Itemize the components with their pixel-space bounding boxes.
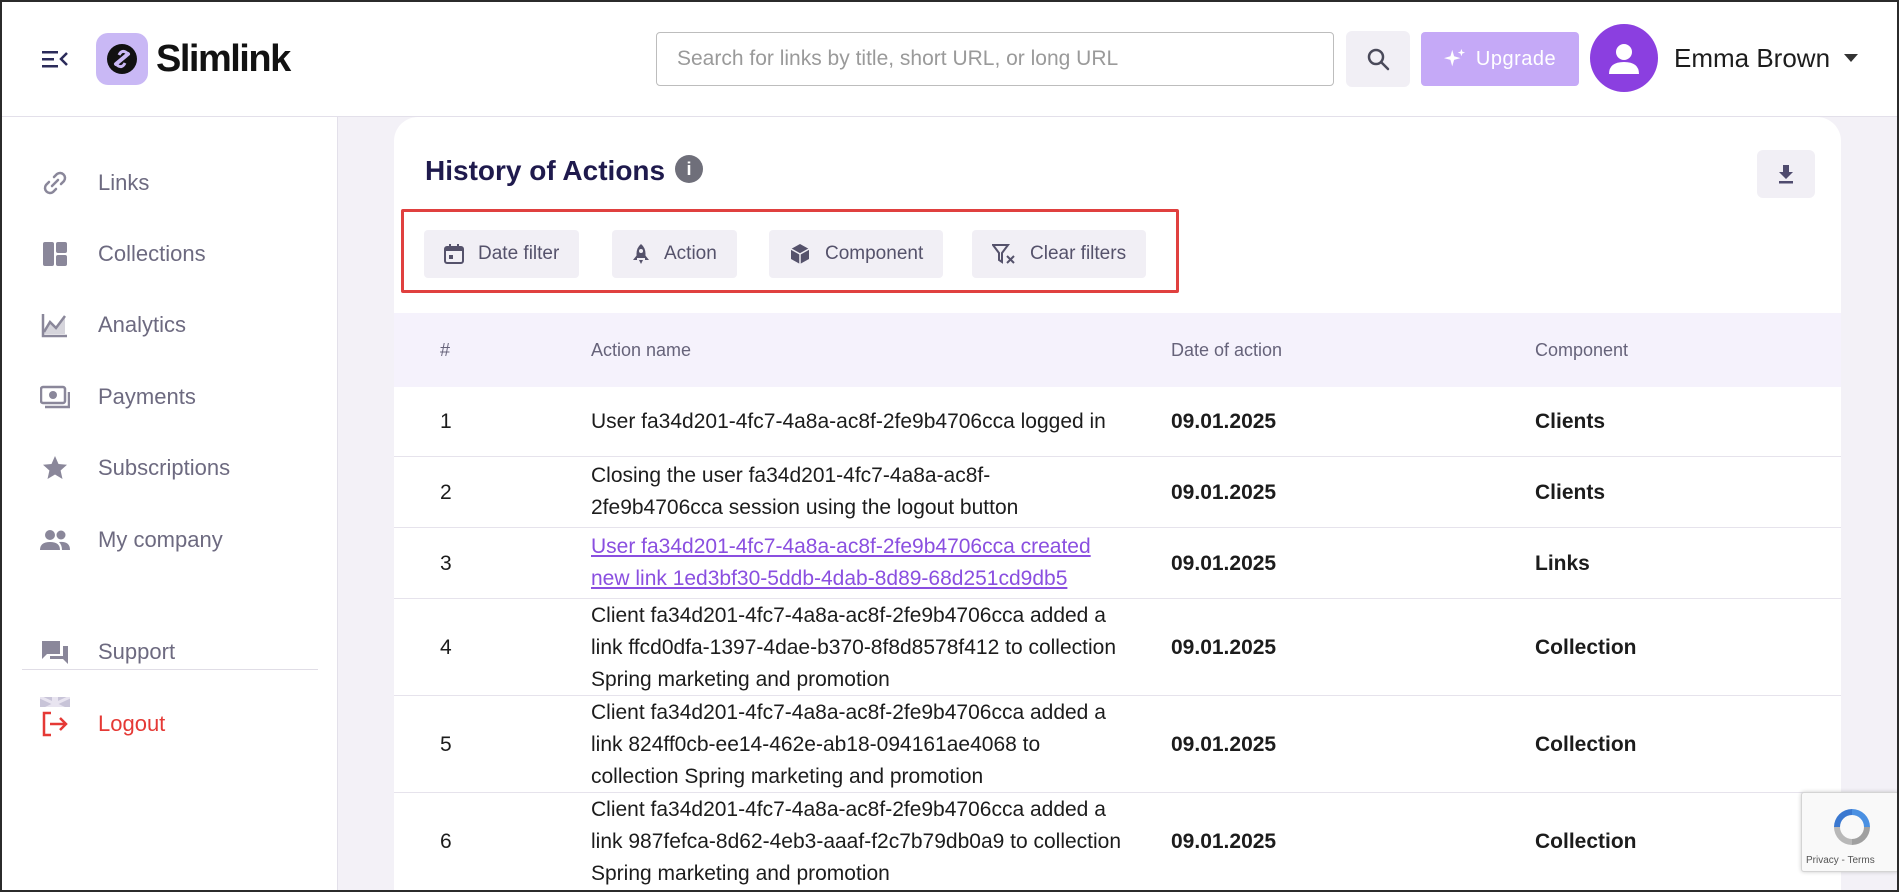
app-name: Slimlink [156, 37, 291, 80]
sidebar-item-label: Collections [98, 241, 206, 266]
sidebar-item-label: Links [98, 170, 150, 195]
sidebar-item-collections[interactable]: Collections [40, 234, 206, 274]
sidebar-item-label: My company [98, 527, 223, 552]
menu-toggle-icon[interactable] [40, 44, 70, 74]
search-icon [1367, 48, 1390, 71]
user-menu[interactable]: Emma Brown [1590, 24, 1859, 92]
user-name: Emma Brown [1674, 42, 1831, 73]
filter-clear-icon [992, 244, 1015, 264]
sidebar-item-label: Subscriptions [98, 455, 231, 480]
table-row[interactable]: 2 Closing the user fa34d201-4fc7-4a8a-ac… [394, 457, 1841, 528]
row-component: Clients [1535, 410, 1606, 433]
logo-mark-icon [96, 33, 148, 85]
sidebar: Links Collections Analytics Payments Sub… [0, 117, 338, 892]
action-filter-label: Action [664, 243, 717, 264]
sparkle-icon [1443, 48, 1465, 67]
person-icon [1609, 44, 1639, 74]
table-row[interactable]: 5 Client fa34d201-4fc7-4a8a-ac8f-2fe9b47… [394, 696, 1841, 793]
row-date: 09.01.2025 [1171, 552, 1277, 575]
row-action-name: Closing the user fa34d201-4fc7-4a8a-ac8f… [591, 464, 1019, 519]
row-action-name: Client fa34d201-4fc7-4a8a-ac8f-2fe9b4706… [591, 604, 1116, 691]
recaptcha-badge[interactable]: Privacy - Terms [1801, 792, 1899, 872]
column-header-component[interactable]: Component [1535, 340, 1628, 361]
sidebar-item-payments[interactable]: Payments [40, 377, 196, 417]
row-number: 2 [440, 481, 452, 504]
action-filter-button[interactable]: Action [612, 230, 737, 278]
search-button[interactable] [1346, 31, 1410, 87]
column-header-action-name[interactable]: Action name [591, 340, 691, 361]
info-icon[interactable]: i [675, 155, 703, 183]
table-row[interactable]: 6 Client fa34d201-4fc7-4a8a-ac8f-2fe9b47… [394, 793, 1841, 892]
link-icon [40, 168, 70, 198]
avatar [1590, 24, 1658, 92]
row-action-name: Client fa34d201-4fc7-4a8a-ac8f-2fe9b4706… [591, 701, 1106, 788]
sidebar-item-label: Logout [98, 711, 166, 736]
app-logo[interactable]: Slimlink [96, 33, 291, 85]
upgrade-button[interactable]: Upgrade [1421, 32, 1579, 86]
row-date: 09.01.2025 [1171, 481, 1277, 504]
table-row[interactable]: 3 User fa34d201-4fc7-4a8a-ac8f-2fe9b4706… [394, 528, 1841, 599]
sidebar-item-support[interactable]: Support [40, 632, 175, 672]
table-row[interactable]: 4 Client fa34d201-4fc7-4a8a-ac8f-2fe9b47… [394, 599, 1841, 696]
row-component: Clients [1535, 481, 1606, 504]
sidebar-item-label: Support [98, 639, 176, 664]
row-date: 09.01.2025 [1171, 410, 1277, 433]
calendar-icon [444, 244, 464, 264]
row-action-name: Client fa34d201-4fc7-4a8a-ac8f-2fe9b4706… [591, 798, 1122, 885]
sidebar-item-links[interactable]: Links [40, 163, 149, 203]
row-date: 09.01.2025 [1171, 636, 1277, 659]
chevron-down-icon [1844, 54, 1859, 62]
date-filter-button[interactable]: Date filter [424, 230, 580, 278]
sidebar-item-label: Payments [98, 384, 196, 409]
row-action-link[interactable]: User fa34d201-4fc7-4a8a-ac8f-2fe9b4706cc… [591, 535, 1091, 590]
table-row[interactable]: 1 User fa34d201-4fc7-4a8a-ac8f-2fe9b4706… [394, 387, 1841, 457]
download-icon [1779, 165, 1793, 184]
column-header-date[interactable]: Date of action [1171, 340, 1282, 361]
collections-icon [40, 239, 70, 269]
component-filter-label: Component [825, 243, 924, 264]
star-icon [40, 453, 70, 483]
people-icon [40, 525, 70, 555]
page-title: History of Actions [425, 155, 666, 186]
analytics-icon [40, 310, 70, 340]
row-component: Collection [1535, 733, 1637, 756]
sidebar-item-logout[interactable]: Logout [40, 704, 165, 744]
row-component: Collection [1535, 830, 1637, 853]
top-header: Slimlink Upgrade Emma Brown [0, 0, 1899, 117]
upgrade-label: Upgrade [1475, 47, 1557, 70]
table-header: # Action name Date of action Component [394, 313, 1841, 387]
sidebar-item-subscriptions[interactable]: Subscriptions [40, 448, 230, 488]
row-component: Links [1535, 552, 1590, 575]
sidebar-item-analytics[interactable]: Analytics [40, 305, 186, 345]
download-button[interactable] [1757, 150, 1815, 198]
recaptcha-icon [1834, 809, 1870, 845]
sidebar-item-my-company[interactable]: My company [40, 520, 223, 560]
date-filter-label: Date filter [478, 243, 560, 264]
support-icon [40, 637, 70, 667]
row-action-name: User fa34d201-4fc7-4a8a-ac8f-2fe9b4706cc… [591, 410, 1106, 433]
row-date: 09.01.2025 [1171, 830, 1277, 853]
cube-icon [790, 244, 810, 264]
row-date: 09.01.2025 [1171, 733, 1277, 756]
row-number: 3 [440, 552, 452, 575]
row-number: 1 [440, 410, 452, 433]
column-header-number[interactable]: # [440, 340, 450, 361]
row-number: 4 [440, 636, 452, 659]
row-action-name: User fa34d201-4fc7-4a8a-ac8f-2fe9b4706cc… [591, 531, 1131, 595]
sidebar-item-label: Analytics [98, 312, 187, 337]
component-filter-button[interactable]: Component [769, 230, 944, 278]
recaptcha-links[interactable]: Privacy - Terms [1806, 855, 1875, 866]
search-input[interactable] [656, 32, 1334, 86]
logout-icon [40, 709, 70, 739]
rocket-icon [633, 244, 649, 264]
clear-filters-label: Clear filters [1030, 243, 1127, 264]
clear-filters-button[interactable]: Clear filters [972, 230, 1147, 278]
row-number: 5 [440, 733, 452, 756]
payments-icon [40, 382, 70, 412]
row-component: Collection [1535, 636, 1637, 659]
row-number: 6 [440, 830, 452, 853]
